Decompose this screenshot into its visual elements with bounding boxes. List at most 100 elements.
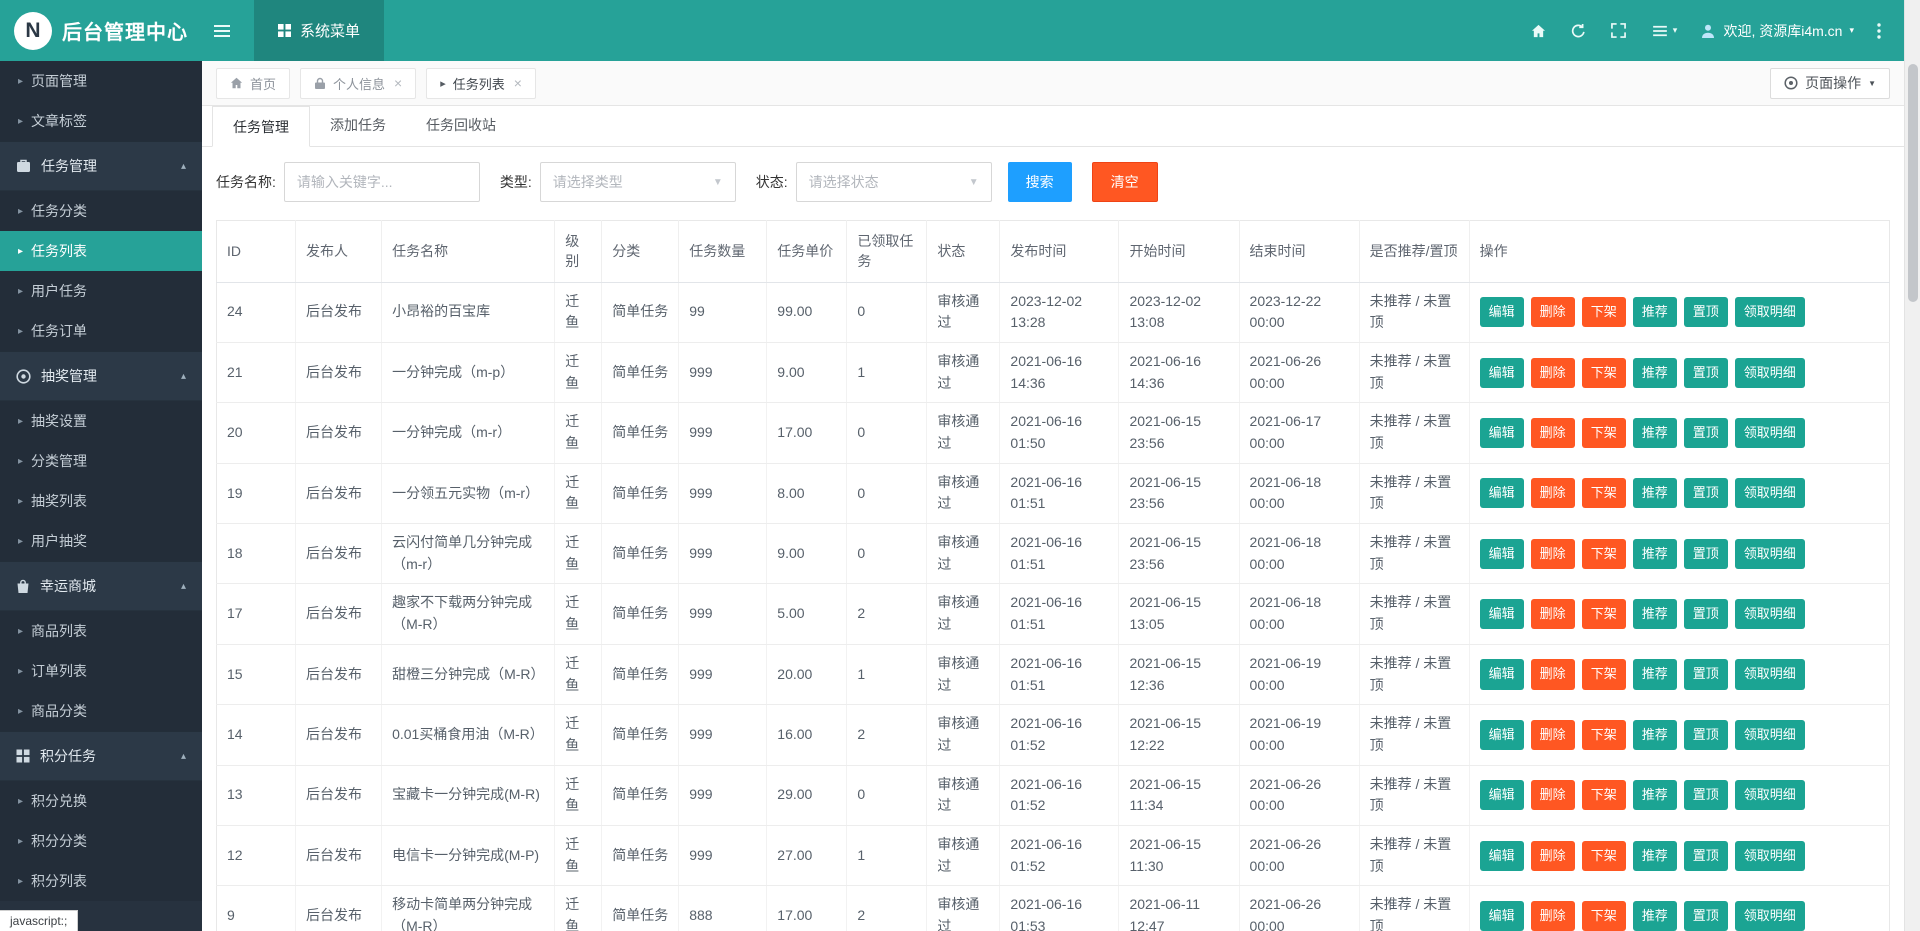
breadcrumb-tab-1[interactable]: 个人信息× <box>300 68 416 99</box>
content-tab-1[interactable]: 添加任务 <box>310 106 406 146</box>
sidebar-item-6[interactable]: ▸任务订单 <box>0 311 202 351</box>
vertical-scrollbar[interactable] <box>1904 0 1920 931</box>
page-actions-button[interactable]: 页面操作 ▼ <box>1770 68 1890 99</box>
claim-detail-button[interactable]: 领取明细 <box>1735 780 1805 810</box>
sidebar-item-17[interactable]: ▸积分兑换 <box>0 781 202 821</box>
sidebar-item-9[interactable]: ▸分类管理 <box>0 441 202 481</box>
fullscreen-icon[interactable] <box>1598 0 1638 61</box>
content-tab-0[interactable]: 任务管理 <box>212 106 310 147</box>
delete-button[interactable]: 删除 <box>1531 297 1575 327</box>
tab-close-icon[interactable]: × <box>394 76 402 90</box>
sidebar-item-5[interactable]: ▸用户任务 <box>0 271 202 311</box>
delete-button[interactable]: 删除 <box>1531 358 1575 388</box>
recommend-button[interactable]: 推荐 <box>1633 478 1677 508</box>
sidebar-item-19[interactable]: ▸积分列表 <box>0 861 202 901</box>
tab-close-icon[interactable]: × <box>514 76 522 90</box>
pin-top-button[interactable]: 置顶 <box>1684 418 1728 448</box>
recommend-button[interactable]: 推荐 <box>1633 358 1677 388</box>
claim-detail-button[interactable]: 领取明细 <box>1735 478 1805 508</box>
pin-top-button[interactable]: 置顶 <box>1684 841 1728 871</box>
pin-top-button[interactable]: 置顶 <box>1684 539 1728 569</box>
pin-top-button[interactable]: 置顶 <box>1684 901 1728 931</box>
recommend-button[interactable]: 推荐 <box>1633 841 1677 871</box>
edit-button[interactable]: 编辑 <box>1480 478 1524 508</box>
edit-button[interactable]: 编辑 <box>1480 418 1524 448</box>
recommend-button[interactable]: 推荐 <box>1633 297 1677 327</box>
type-select[interactable]: 请选择类型 ▼ <box>540 162 736 202</box>
recommend-button[interactable]: 推荐 <box>1633 720 1677 750</box>
sidebar-group-12[interactable]: 幸运商城▴ <box>0 561 202 611</box>
pin-top-button[interactable]: 置顶 <box>1684 478 1728 508</box>
sidebar-toggle-icon[interactable] <box>202 0 242 61</box>
menu-dropdown-icon[interactable]: ▾ <box>1638 0 1690 61</box>
edit-button[interactable]: 编辑 <box>1480 720 1524 750</box>
off-shelf-button[interactable]: 下架 <box>1582 599 1626 629</box>
off-shelf-button[interactable]: 下架 <box>1582 780 1626 810</box>
more-options-icon[interactable] <box>1864 0 1894 61</box>
home-icon[interactable] <box>1518 0 1558 61</box>
delete-button[interactable]: 删除 <box>1531 720 1575 750</box>
delete-button[interactable]: 删除 <box>1531 780 1575 810</box>
off-shelf-button[interactable]: 下架 <box>1582 841 1626 871</box>
claim-detail-button[interactable]: 领取明细 <box>1735 358 1805 388</box>
sidebar-item-0[interactable]: ▸页面管理 <box>0 61 202 101</box>
edit-button[interactable]: 编辑 <box>1480 659 1524 689</box>
claim-detail-button[interactable]: 领取明细 <box>1735 599 1805 629</box>
task-name-input[interactable] <box>284 162 480 202</box>
sidebar-item-4[interactable]: ▸任务列表 <box>0 231 202 271</box>
off-shelf-button[interactable]: 下架 <box>1582 659 1626 689</box>
edit-button[interactable]: 编辑 <box>1480 599 1524 629</box>
recommend-button[interactable]: 推荐 <box>1633 539 1677 569</box>
sidebar-item-10[interactable]: ▸抽奖列表 <box>0 481 202 521</box>
recommend-button[interactable]: 推荐 <box>1633 418 1677 448</box>
sidebar-item-3[interactable]: ▸任务分类 <box>0 191 202 231</box>
content-tab-2[interactable]: 任务回收站 <box>406 106 516 146</box>
breadcrumb-tab-0[interactable]: 首页 <box>216 68 290 99</box>
delete-button[interactable]: 删除 <box>1531 599 1575 629</box>
off-shelf-button[interactable]: 下架 <box>1582 297 1626 327</box>
off-shelf-button[interactable]: 下架 <box>1582 418 1626 448</box>
edit-button[interactable]: 编辑 <box>1480 539 1524 569</box>
delete-button[interactable]: 删除 <box>1531 539 1575 569</box>
claim-detail-button[interactable]: 领取明细 <box>1735 841 1805 871</box>
sidebar-item-18[interactable]: ▸积分分类 <box>0 821 202 861</box>
system-menu-tab[interactable]: 系统菜单 <box>254 0 384 61</box>
sidebar-item-13[interactable]: ▸商品列表 <box>0 611 202 651</box>
off-shelf-button[interactable]: 下架 <box>1582 901 1626 931</box>
recommend-button[interactable]: 推荐 <box>1633 780 1677 810</box>
claim-detail-button[interactable]: 领取明细 <box>1735 418 1805 448</box>
recommend-button[interactable]: 推荐 <box>1633 659 1677 689</box>
delete-button[interactable]: 删除 <box>1531 659 1575 689</box>
sidebar-group-2[interactable]: 任务管理▴ <box>0 141 202 191</box>
claim-detail-button[interactable]: 领取明细 <box>1735 659 1805 689</box>
edit-button[interactable]: 编辑 <box>1480 297 1524 327</box>
off-shelf-button[interactable]: 下架 <box>1582 539 1626 569</box>
search-button[interactable]: 搜索 <box>1008 162 1072 202</box>
sidebar-item-11[interactable]: ▸用户抽奖 <box>0 521 202 561</box>
scrollbar-thumb[interactable] <box>1908 64 1918 302</box>
pin-top-button[interactable]: 置顶 <box>1684 720 1728 750</box>
pin-top-button[interactable]: 置顶 <box>1684 297 1728 327</box>
off-shelf-button[interactable]: 下架 <box>1582 478 1626 508</box>
delete-button[interactable]: 删除 <box>1531 418 1575 448</box>
claim-detail-button[interactable]: 领取明细 <box>1735 720 1805 750</box>
edit-button[interactable]: 编辑 <box>1480 901 1524 931</box>
pin-top-button[interactable]: 置顶 <box>1684 659 1728 689</box>
edit-button[interactable]: 编辑 <box>1480 358 1524 388</box>
status-select[interactable]: 请选择状态 ▼ <box>796 162 992 202</box>
user-menu[interactable]: 欢迎, 资源库i4m.cn ▾ <box>1690 0 1864 61</box>
delete-button[interactable]: 删除 <box>1531 901 1575 931</box>
sidebar-item-8[interactable]: ▸抽奖设置 <box>0 401 202 441</box>
edit-button[interactable]: 编辑 <box>1480 780 1524 810</box>
claim-detail-button[interactable]: 领取明细 <box>1735 901 1805 931</box>
pin-top-button[interactable]: 置顶 <box>1684 780 1728 810</box>
clear-button[interactable]: 清空 <box>1092 162 1158 202</box>
refresh-icon[interactable] <box>1558 0 1598 61</box>
recommend-button[interactable]: 推荐 <box>1633 901 1677 931</box>
breadcrumb-tab-2[interactable]: ▸任务列表× <box>426 68 536 99</box>
off-shelf-button[interactable]: 下架 <box>1582 358 1626 388</box>
off-shelf-button[interactable]: 下架 <box>1582 720 1626 750</box>
sidebar-group-7[interactable]: 抽奖管理▴ <box>0 351 202 401</box>
recommend-button[interactable]: 推荐 <box>1633 599 1677 629</box>
delete-button[interactable]: 删除 <box>1531 478 1575 508</box>
